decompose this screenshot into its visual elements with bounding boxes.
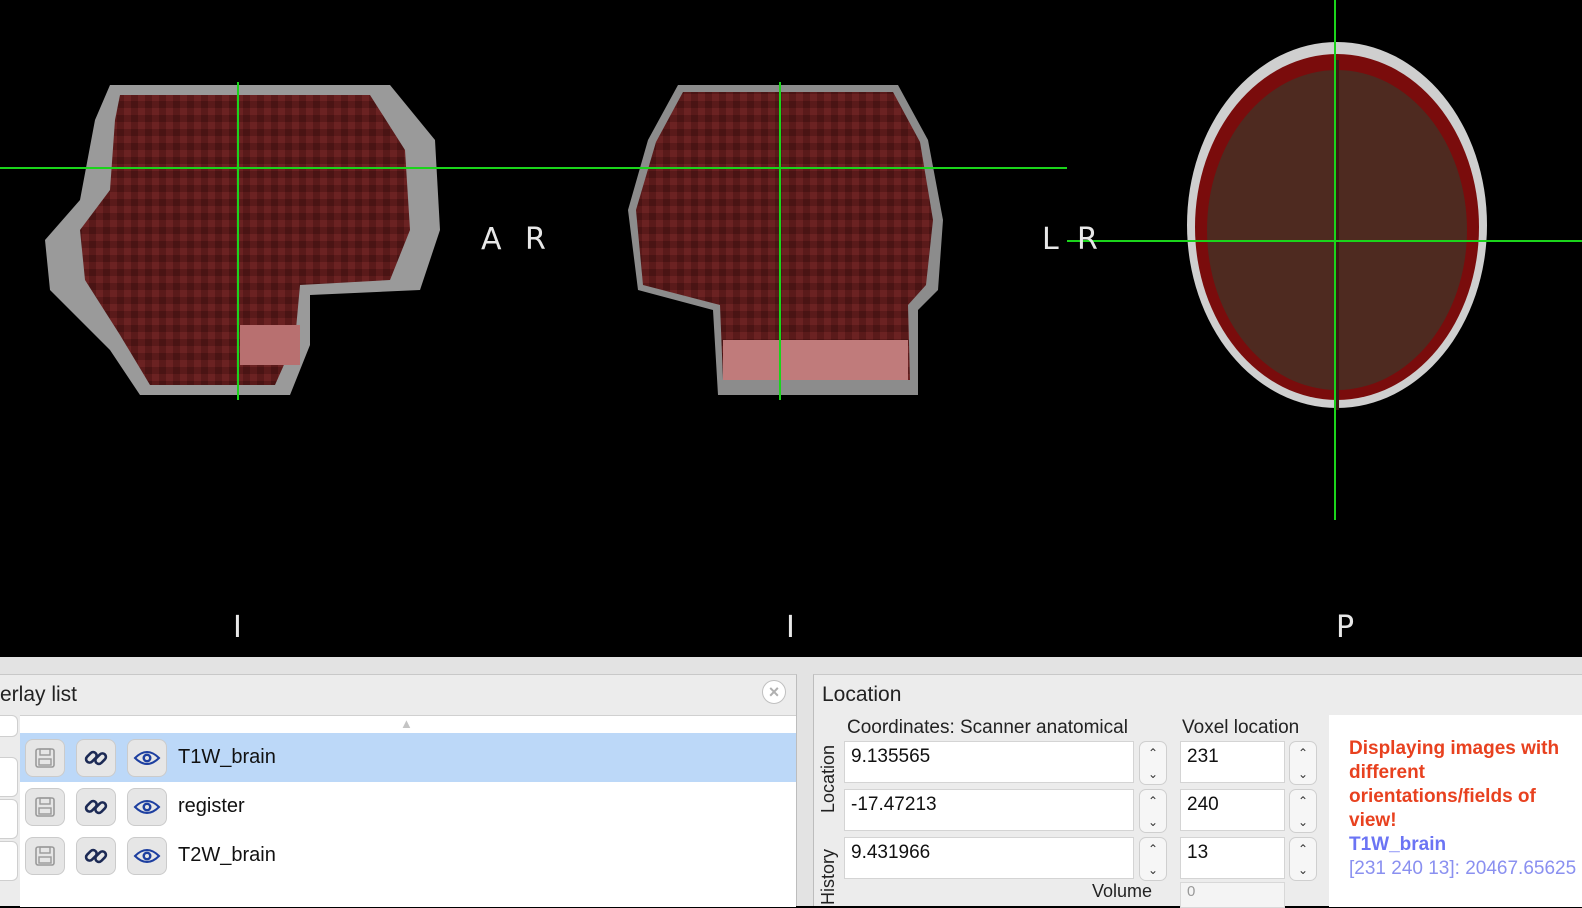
- info-image-name: T1W_brain: [1349, 834, 1447, 855]
- link-icon[interactable]: [76, 738, 116, 777]
- save-icon[interactable]: [25, 738, 65, 777]
- eye-icon[interactable]: [127, 836, 167, 875]
- overlay-list-panel: erlay list × ▲ T1W_brain register T2W_br…: [0, 674, 797, 907]
- voxel-z-stepper[interactable]: ⌃ ⌄: [1289, 837, 1317, 881]
- ortho-viewer[interactable]: A R L R I I P: [0, 0, 1582, 657]
- left-tab-stub[interactable]: [0, 799, 18, 839]
- axial-right-label: R: [1077, 222, 1100, 257]
- coord-x-stepper[interactable]: ⌃ ⌄: [1139, 741, 1167, 785]
- coord-y-stepper[interactable]: ⌃ ⌄: [1139, 789, 1167, 833]
- voxel-location-header: Voxel location: [1182, 717, 1300, 738]
- sagittal-slice[interactable]: [40, 80, 440, 400]
- tab-location[interactable]: Location: [818, 745, 839, 813]
- coord-z-stepper[interactable]: ⌃ ⌄: [1139, 837, 1167, 881]
- location-title: Location: [822, 683, 902, 706]
- left-tab-stub[interactable]: [0, 841, 18, 881]
- coord-x-field[interactable]: 9.135565: [844, 741, 1134, 783]
- volume-field[interactable]: 0: [1180, 882, 1285, 908]
- eye-icon[interactable]: [127, 787, 167, 826]
- coronal-right-label: R: [525, 222, 548, 257]
- orientation-warning: Displaying images with different orienta…: [1349, 738, 1560, 831]
- voxel-x-field[interactable]: 231: [1180, 741, 1285, 783]
- location-info-box: Displaying images with different orienta…: [1329, 715, 1582, 907]
- left-tab-stub[interactable]: [0, 715, 18, 737]
- left-tab-stub[interactable]: [0, 757, 18, 797]
- overlay-row[interactable]: T1W_brain: [20, 733, 796, 782]
- axial-horizontal-crosshair: [1067, 240, 1582, 242]
- voxel-x-stepper[interactable]: ⌃ ⌄: [1289, 741, 1317, 785]
- overlay-list[interactable]: ▲ T1W_brain register T2W_brain: [20, 715, 796, 907]
- horizontal-crosshair: [0, 167, 1067, 169]
- sagittal-anterior-label: A: [481, 222, 504, 257]
- coronal-inferior-label: I: [786, 610, 797, 645]
- bottom-panels: erlay list × ▲ T1W_brain register T2W_br…: [0, 657, 1582, 908]
- overlay-name: T1W_brain: [178, 746, 276, 768]
- tab-history[interactable]: History: [818, 849, 839, 905]
- overlay-row[interactable]: register: [20, 782, 796, 831]
- overlay-name: register: [178, 795, 245, 817]
- overlay-row[interactable]: T2W_brain: [20, 831, 796, 880]
- volume-label: Volume: [1092, 881, 1153, 901]
- coronal-vertical-crosshair: [779, 82, 781, 400]
- axial-slice[interactable]: [1185, 40, 1495, 415]
- voxel-y-field[interactable]: 240: [1180, 789, 1285, 831]
- axial-posterior-label: P: [1336, 610, 1357, 645]
- coord-z-field[interactable]: 9.431966: [844, 837, 1134, 879]
- link-icon[interactable]: [76, 787, 116, 826]
- eye-icon[interactable]: [127, 738, 167, 777]
- sagittal-vertical-crosshair: [237, 82, 239, 400]
- link-icon[interactable]: [76, 836, 116, 875]
- sagittal-inferior-label: I: [233, 610, 244, 645]
- save-icon[interactable]: [25, 787, 65, 826]
- overlay-name: T2W_brain: [178, 844, 276, 866]
- voxel-y-stepper[interactable]: ⌃ ⌄: [1289, 789, 1317, 833]
- location-panel: Location Location History Coordinates: S…: [813, 674, 1582, 908]
- coronal-slice[interactable]: [628, 80, 948, 400]
- coronal-left-label: L: [1042, 222, 1061, 257]
- overlay-list-title: erlay list: [0, 683, 78, 706]
- scroll-up-icon[interactable]: ▲: [400, 716, 413, 731]
- save-icon[interactable]: [25, 836, 65, 875]
- vertical-tabs: Location History: [814, 715, 842, 907]
- info-image-value: [231 240 13]: 20467.65625: [1349, 858, 1577, 879]
- close-icon[interactable]: ×: [762, 680, 786, 704]
- coord-y-field[interactable]: -17.47213: [844, 789, 1134, 831]
- axial-vertical-crosshair: [1334, 0, 1336, 520]
- coordinates-header: Coordinates: Scanner anatomical: [847, 717, 1128, 738]
- voxel-z-field[interactable]: 13: [1180, 837, 1285, 879]
